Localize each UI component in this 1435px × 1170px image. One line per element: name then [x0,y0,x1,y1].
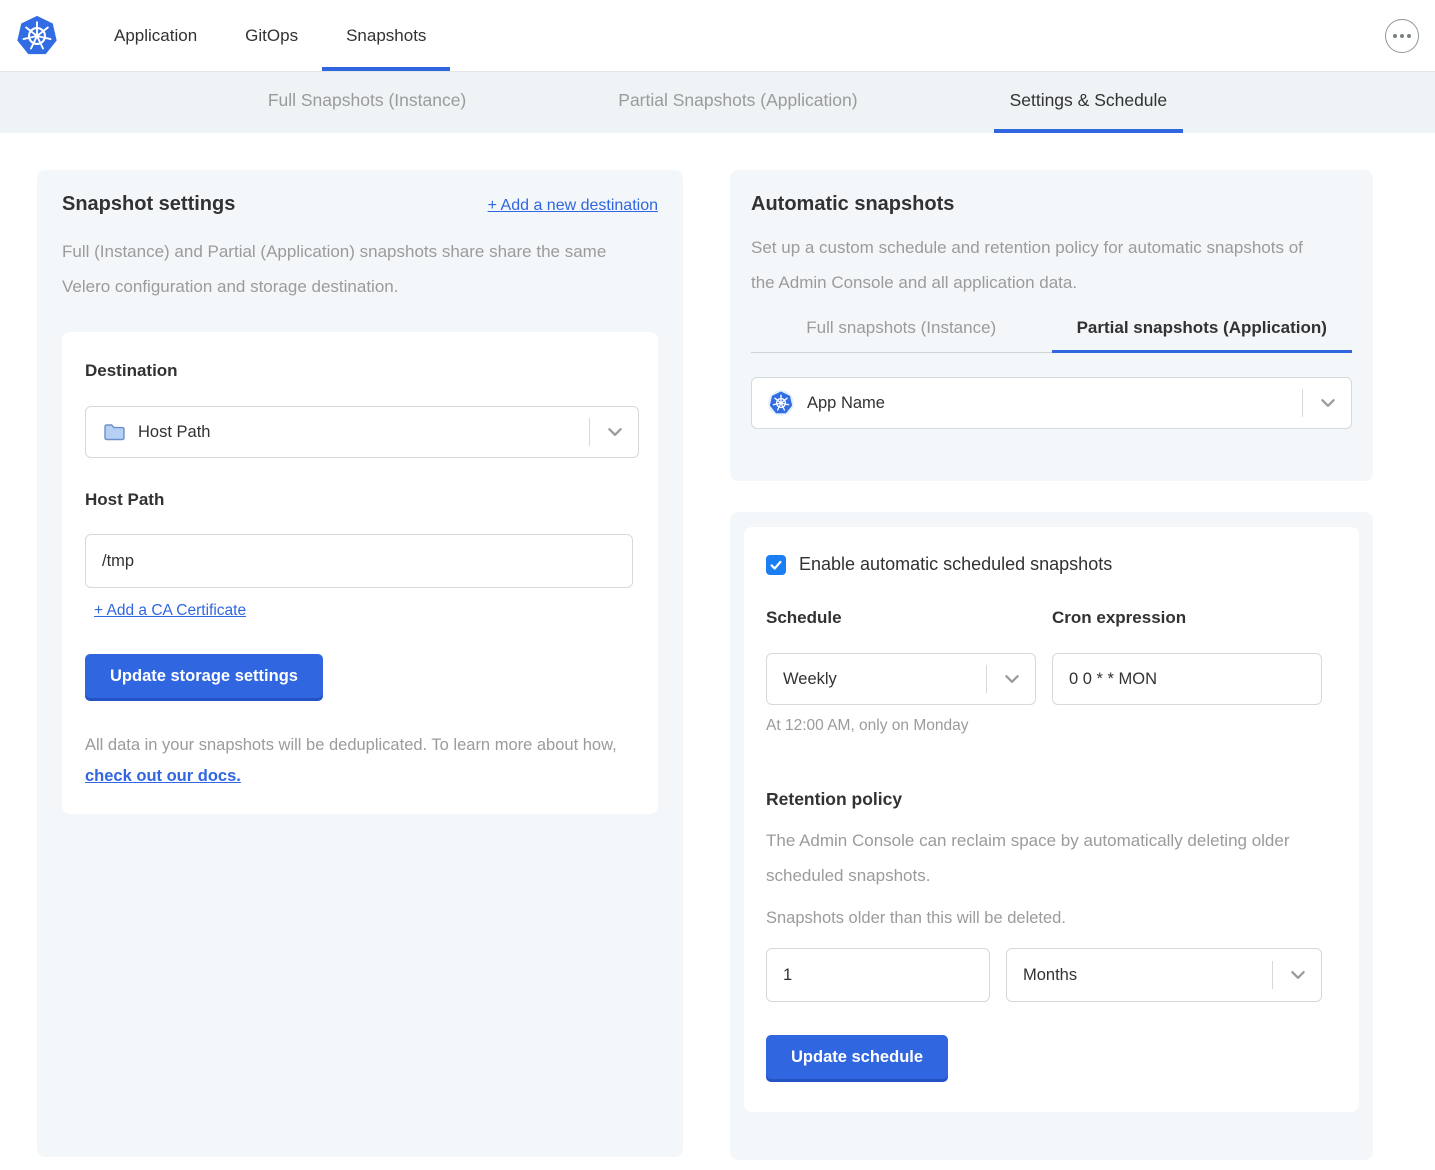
cron-expression-label: Cron expression [1052,608,1322,628]
tab-full-snapshots[interactable]: Full Snapshots (Instance) [252,72,482,133]
schedule-label: Schedule [766,608,1036,628]
enable-snapshots-label: Enable automatic scheduled snapshots [799,554,1112,575]
top-navigation: Application GitOps Snapshots [0,0,1435,72]
snapshots-tabbar: Full Snapshots (Instance) Partial Snapsh… [0,72,1435,133]
older-than-text: Snapshots older than this will be delete… [766,909,1337,928]
app-select-value: App Name [807,394,885,413]
checkbox-checked-icon[interactable] [766,555,786,575]
app-icon [768,390,794,416]
dedup-text: All data in your snapshots will be dedup… [85,736,617,754]
retention-policy-description: The Admin Console can reclaim space by a… [766,823,1306,893]
snapshot-settings-description: Full (Instance) and Partial (Application… [62,234,642,304]
select-divider [589,418,590,446]
chevron-down-icon [1319,394,1337,412]
folder-icon [102,420,126,444]
snapshot-settings-card: Snapshot settings + Add a new destinatio… [37,170,683,1157]
schedule-panel: Enable automatic scheduled snapshots Sch… [744,527,1359,1112]
nav-item-application[interactable]: Application [90,0,221,71]
nav-spacer [450,0,1385,71]
cron-hint: At 12:00 AM, only on Monday [766,717,1337,735]
select-divider [986,665,987,693]
select-divider [1272,961,1273,989]
tab-settings-schedule[interactable]: Settings & Schedule [994,72,1184,133]
cron-expression-field-wrap [1052,653,1322,705]
main-content: Snapshot settings + Add a new destinatio… [0,133,1435,1160]
host-path-label: Host Path [85,490,635,510]
kubernetes-logo-icon [16,15,58,57]
tab-partial-snapshots-application[interactable]: Partial snapshots (Application) [1052,318,1353,353]
host-path-field-wrap [85,534,633,588]
retention-unit-value: Months [1023,966,1077,985]
schedule-interval-value: Weekly [783,670,837,689]
destination-value: Host Path [138,423,210,442]
select-divider [1302,389,1303,417]
tab-full-snapshots-instance[interactable]: Full snapshots (Instance) [751,318,1052,353]
chevron-down-icon [1003,670,1021,688]
more-menu-button[interactable] [1385,19,1419,53]
snapshot-settings-title: Snapshot settings [62,193,235,216]
update-schedule-button[interactable]: Update schedule [766,1035,948,1079]
update-storage-settings-button[interactable]: Update storage settings [85,654,323,698]
retention-unit-select[interactable]: Months [1006,948,1322,1002]
destination-select[interactable]: Host Path [85,406,639,458]
kubernetes-logo [16,0,58,71]
automatic-snapshots-title: Automatic snapshots [751,193,1352,216]
cron-expression-input[interactable] [1069,670,1305,689]
retention-value-input[interactable] [783,966,973,985]
destination-label: Destination [85,361,635,381]
dot-icon [1400,34,1404,38]
chevron-down-icon [1289,966,1307,984]
automatic-snapshots-description: Set up a custom schedule and retention p… [751,230,1331,300]
app-select[interactable]: App Name [751,377,1352,429]
snapshot-type-tabs: Full snapshots (Instance) Partial snapsh… [751,318,1352,353]
nav-item-snapshots[interactable]: Snapshots [322,0,450,71]
dot-icon [1407,34,1411,38]
dot-icon [1393,34,1397,38]
schedule-settings-card: Enable automatic scheduled snapshots Sch… [730,512,1373,1160]
schedule-interval-select[interactable]: Weekly [766,653,1036,705]
retention-policy-title: Retention policy [766,789,1337,810]
automatic-snapshots-card: Automatic snapshots Set up a custom sche… [730,170,1373,481]
right-column: Automatic snapshots Set up a custom sche… [730,170,1373,1160]
nav-item-gitops[interactable]: GitOps [221,0,322,71]
host-path-input[interactable] [102,552,616,571]
docs-link[interactable]: check out our docs. [85,767,241,785]
storage-settings-panel: Destination Host Path Host Path + Add a … [62,332,658,814]
dedup-note: All data in your snapshots will be dedup… [85,730,645,792]
chevron-down-icon [606,423,624,441]
retention-value-field-wrap [766,948,990,1002]
add-ca-certificate-link[interactable]: + Add a CA Certificate [94,602,246,620]
enable-snapshots-checkbox-row[interactable]: Enable automatic scheduled snapshots [766,554,1337,575]
tab-partial-snapshots[interactable]: Partial Snapshots (Application) [602,72,873,133]
add-destination-link[interactable]: + Add a new destination [488,197,658,215]
